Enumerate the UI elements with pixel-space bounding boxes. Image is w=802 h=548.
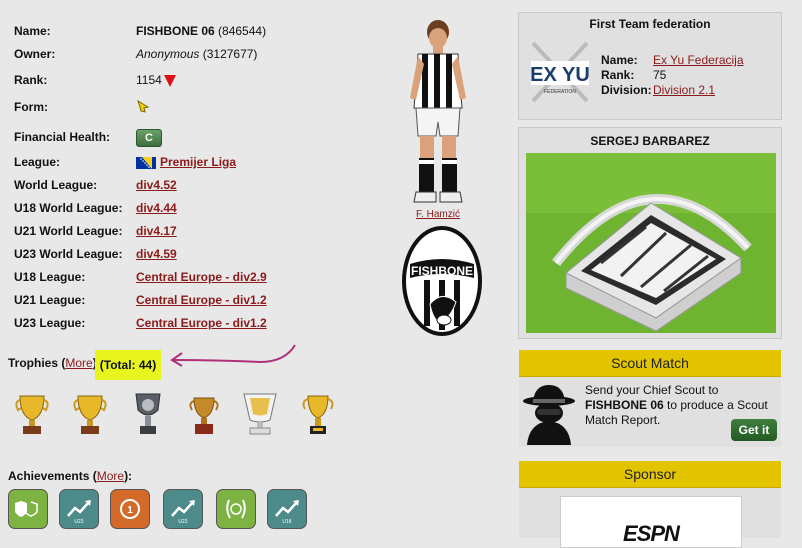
league-label: League:: [14, 155, 61, 169]
owner-label: Owner:: [14, 47, 56, 61]
name-label: Name:: [14, 24, 51, 38]
health-label: Financial Health:: [14, 130, 111, 144]
svg-text:1: 1: [127, 505, 133, 516]
svg-text:U23: U23: [178, 519, 187, 525]
federation-panel: First Team federation EX YU FEDERATION N…: [518, 12, 782, 120]
owner-name: Anonymous: [136, 47, 200, 61]
medal-1-icon[interactable]: 1: [110, 489, 150, 529]
u18-world-league-label: U18 World League:: [14, 201, 123, 215]
growth-u18-icon[interactable]: U18: [267, 489, 307, 529]
federation-division-label: Division:: [601, 83, 652, 97]
sponsor-logo: ESPN: [623, 521, 680, 546]
bronze-cup-icon[interactable]: [184, 392, 224, 438]
rank-down-arrow-icon: [163, 74, 176, 87]
stadium-panel: SERGEJ BARBAREZ: [518, 127, 782, 339]
u21-league-label: U21 League:: [14, 293, 86, 307]
federation-division-link[interactable]: Division 2.1: [653, 83, 715, 97]
rank-label: Rank:: [14, 73, 48, 87]
u18-world-league-link[interactable]: div4.44: [136, 201, 177, 215]
u21-world-league-link[interactable]: div4.17: [136, 224, 177, 238]
trophies-more-link[interactable]: More: [65, 356, 92, 370]
u21-world-league-label: U21 World League:: [14, 224, 123, 238]
federation-division-row: Division:Division 2.1: [601, 83, 715, 98]
federation-name-link[interactable]: Ex Yu Federacija: [653, 53, 744, 67]
team-name: FISHBONE 06: [136, 24, 215, 38]
right-sidebar: First Team federation EX YU FEDERATION N…: [518, 0, 802, 548]
trophies-title: Trophies: [8, 356, 59, 370]
growth-u23-icon[interactable]: U23: [59, 489, 99, 529]
u23-league-label: U23 League:: [14, 316, 86, 330]
bosnia-flag-icon: [136, 156, 156, 169]
u18-league-link[interactable]: Central Europe - div2.9: [136, 270, 267, 284]
team-id: (846544): [218, 24, 267, 38]
silver-shield-cup-icon[interactable]: [128, 392, 168, 438]
gold-cup-icon[interactable]: [12, 392, 52, 438]
federation-name-label: Name:: [601, 53, 638, 67]
white-gold-cup-icon[interactable]: [240, 392, 280, 438]
federation-rank-row: Rank: 75: [601, 68, 666, 83]
achievements-more-link[interactable]: More: [97, 469, 124, 483]
team-info-panel: Name: FISHBONE 06 (846544) Owner: Anonym…: [0, 0, 510, 538]
rank-value: 1154: [136, 73, 162, 87]
federation-name-row: Name: Ex Yu Federacija: [601, 53, 744, 68]
scout-match-header: Scout Match: [519, 350, 781, 377]
laurel-badge-icon[interactable]: [216, 489, 256, 529]
scout-text-pre: Send your Chief Scout to: [585, 383, 719, 397]
league-link[interactable]: Premijer Liga: [160, 155, 236, 169]
u18-league-label: U18 League:: [14, 270, 86, 284]
get-it-button[interactable]: Get it: [731, 419, 777, 441]
health-badge: C: [136, 129, 162, 147]
arrow-down-left-icon: [137, 99, 150, 113]
federation-rank-value: 75: [653, 68, 667, 82]
club-logo: FISHBONE: [402, 226, 482, 336]
u21-league-link[interactable]: Central Europe - div1.2: [136, 293, 267, 307]
svg-text:U23: U23: [74, 519, 83, 525]
shield-badge-icon[interactable]: [8, 489, 48, 529]
stadium-image[interactable]: [526, 153, 776, 333]
federation-logo: EX YU FEDERATION: [530, 41, 590, 103]
gold-cup-icon[interactable]: [298, 392, 338, 438]
player-figure[interactable]: [398, 18, 478, 208]
world-league-label: World League:: [14, 178, 98, 192]
trophies-heading: Trophies (More):: [8, 356, 101, 370]
u23-world-league-label: U23 World League:: [14, 247, 123, 261]
sponsor-header: Sponsor: [519, 461, 781, 488]
gold-cup-icon[interactable]: [70, 392, 110, 438]
owner-id: (3127677): [202, 47, 258, 61]
growth-u23-icon[interactable]: U23: [163, 489, 203, 529]
form-label: Form:: [14, 100, 48, 114]
scout-team-name: FISHBONE 06: [585, 398, 664, 412]
federation-rank-label: Rank:: [601, 68, 635, 82]
u23-league-link[interactable]: Central Europe - div1.2: [136, 316, 267, 330]
achievements-heading: Achievements (More):: [8, 469, 133, 483]
annotation-arrow: [170, 344, 296, 367]
sponsor-logo-box[interactable]: ESPN: [560, 496, 742, 548]
sponsor-panel: ESPN: [519, 488, 781, 548]
spy-icon: [523, 385, 575, 445]
achievements-title: Achievements: [8, 469, 90, 483]
federation-logo-subtext: FEDERATION: [544, 89, 576, 95]
federation-logo-text: EX YU: [530, 64, 590, 86]
svg-text:U18: U18: [282, 519, 291, 525]
trophies-total: (Total: 44): [95, 350, 161, 380]
u23-world-league-link[interactable]: div4.59: [136, 247, 177, 261]
club-logo-text: FISHBONE: [411, 264, 473, 278]
scout-match-panel: Send your Chief Scout to FISHBONE 06 to …: [519, 377, 781, 447]
world-league-link[interactable]: div4.52: [136, 178, 177, 192]
federation-title: First Team federation: [589, 17, 711, 31]
player-name-link[interactable]: F. Hamzić: [398, 209, 478, 220]
stadium-title: SERGEJ BARBAREZ: [590, 134, 710, 148]
